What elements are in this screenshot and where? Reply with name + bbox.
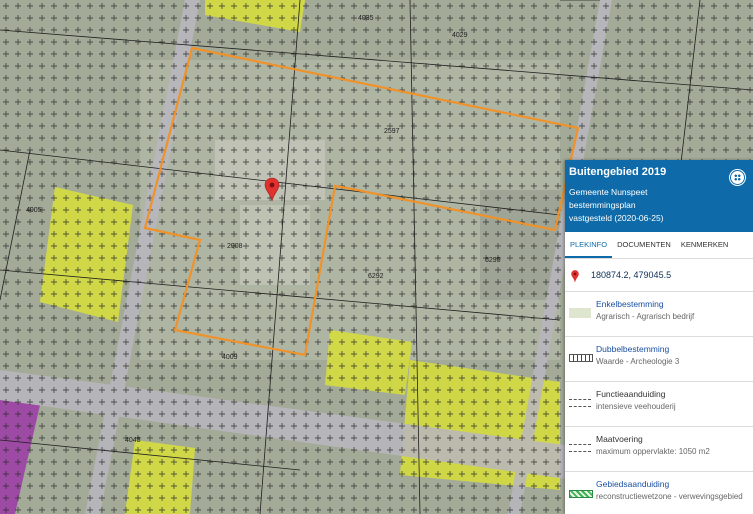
parcel-number: 4029: [452, 32, 468, 39]
maatvoering-value: maximum oppervlakte: 1050 m2: [596, 447, 710, 456]
tab-documenten[interactable]: DOCUMENTEN: [612, 232, 676, 258]
functieaanduiding-value: intensieve veehouderij: [596, 402, 676, 411]
list-item-maatvoering[interactable]: Maatvoering maximum oppervlakte: 1050 m2: [565, 427, 753, 472]
enkelbestemming-link[interactable]: Enkelbestemming: [596, 299, 664, 309]
tab-kenmerken[interactable]: KENMERKEN: [676, 232, 734, 258]
parcel-number: 4005: [26, 207, 42, 214]
legend-dashed-box-icon: [569, 399, 591, 407]
parcel-number: 2597: [384, 128, 400, 135]
legend-hatch-icon: [569, 354, 593, 362]
panel-tabs: PLEKINFO DOCUMENTEN KENMERKEN: [565, 232, 753, 259]
list-item-gebiedsaanduiding[interactable]: Gebiedsaanduiding reconstructiewetzone -…: [565, 472, 753, 514]
parcel-number: 2908: [227, 243, 243, 250]
parcel-number: 4045: [125, 437, 141, 444]
functieaanduiding-label: Functieaanduiding: [596, 389, 666, 399]
info-panel: Buitengebied 2019 Gemeente Nunspeet best…: [565, 160, 753, 514]
plan-type-label: bestemmingsplan: [569, 200, 636, 210]
coordinate-row: 180874.2, 479045.5: [565, 259, 753, 292]
plan-title: Buitengebied 2019: [569, 166, 667, 178]
panel-header: Buitengebied 2019 Gemeente Nunspeet best…: [565, 160, 753, 232]
list-item-dubbelbestemming[interactable]: Dubbelbestemming Waarde - Archeologie 3: [565, 337, 753, 382]
maatvoering-label: Maatvoering: [596, 434, 643, 444]
plan-status-label: vastgesteld (2020-06-25): [569, 213, 664, 223]
legend-swatch-icon: [569, 308, 591, 318]
parcel-number: 4009: [222, 354, 238, 361]
coordinate-value: 180874.2, 479045.5: [591, 270, 672, 280]
enkelbestemming-value: Agrarisch - Agrarisch bedrijf: [596, 312, 695, 321]
dubbelbestemming-value: Waarde - Archeologie 3: [596, 357, 680, 366]
legend-dashed-box-icon: [569, 444, 591, 452]
gebiedsaanduiding-value: reconstructiewetzone - verwevingsgebied: [596, 492, 743, 501]
legend-green-hatch-icon: [569, 490, 593, 498]
parcel-number: 6295: [485, 257, 501, 264]
location-pin-icon: [571, 269, 579, 282]
parcel-number: 6292: [368, 273, 384, 280]
close-icon[interactable]: [730, 170, 745, 185]
list-item-enkelbestemming[interactable]: Enkelbestemming Agrarisch - Agrarisch be…: [565, 292, 753, 337]
list-item-functieaanduiding[interactable]: Functieaanduiding intensieve veehouderij: [565, 382, 753, 427]
tab-plekinfo[interactable]: PLEKINFO: [565, 232, 613, 258]
parcel-number: 4035: [358, 15, 374, 22]
municipality-label: Gemeente Nunspeet: [569, 187, 648, 197]
dubbelbestemming-link[interactable]: Dubbelbestemming: [596, 344, 669, 354]
gebiedsaanduiding-link[interactable]: Gebiedsaanduiding: [596, 479, 669, 489]
